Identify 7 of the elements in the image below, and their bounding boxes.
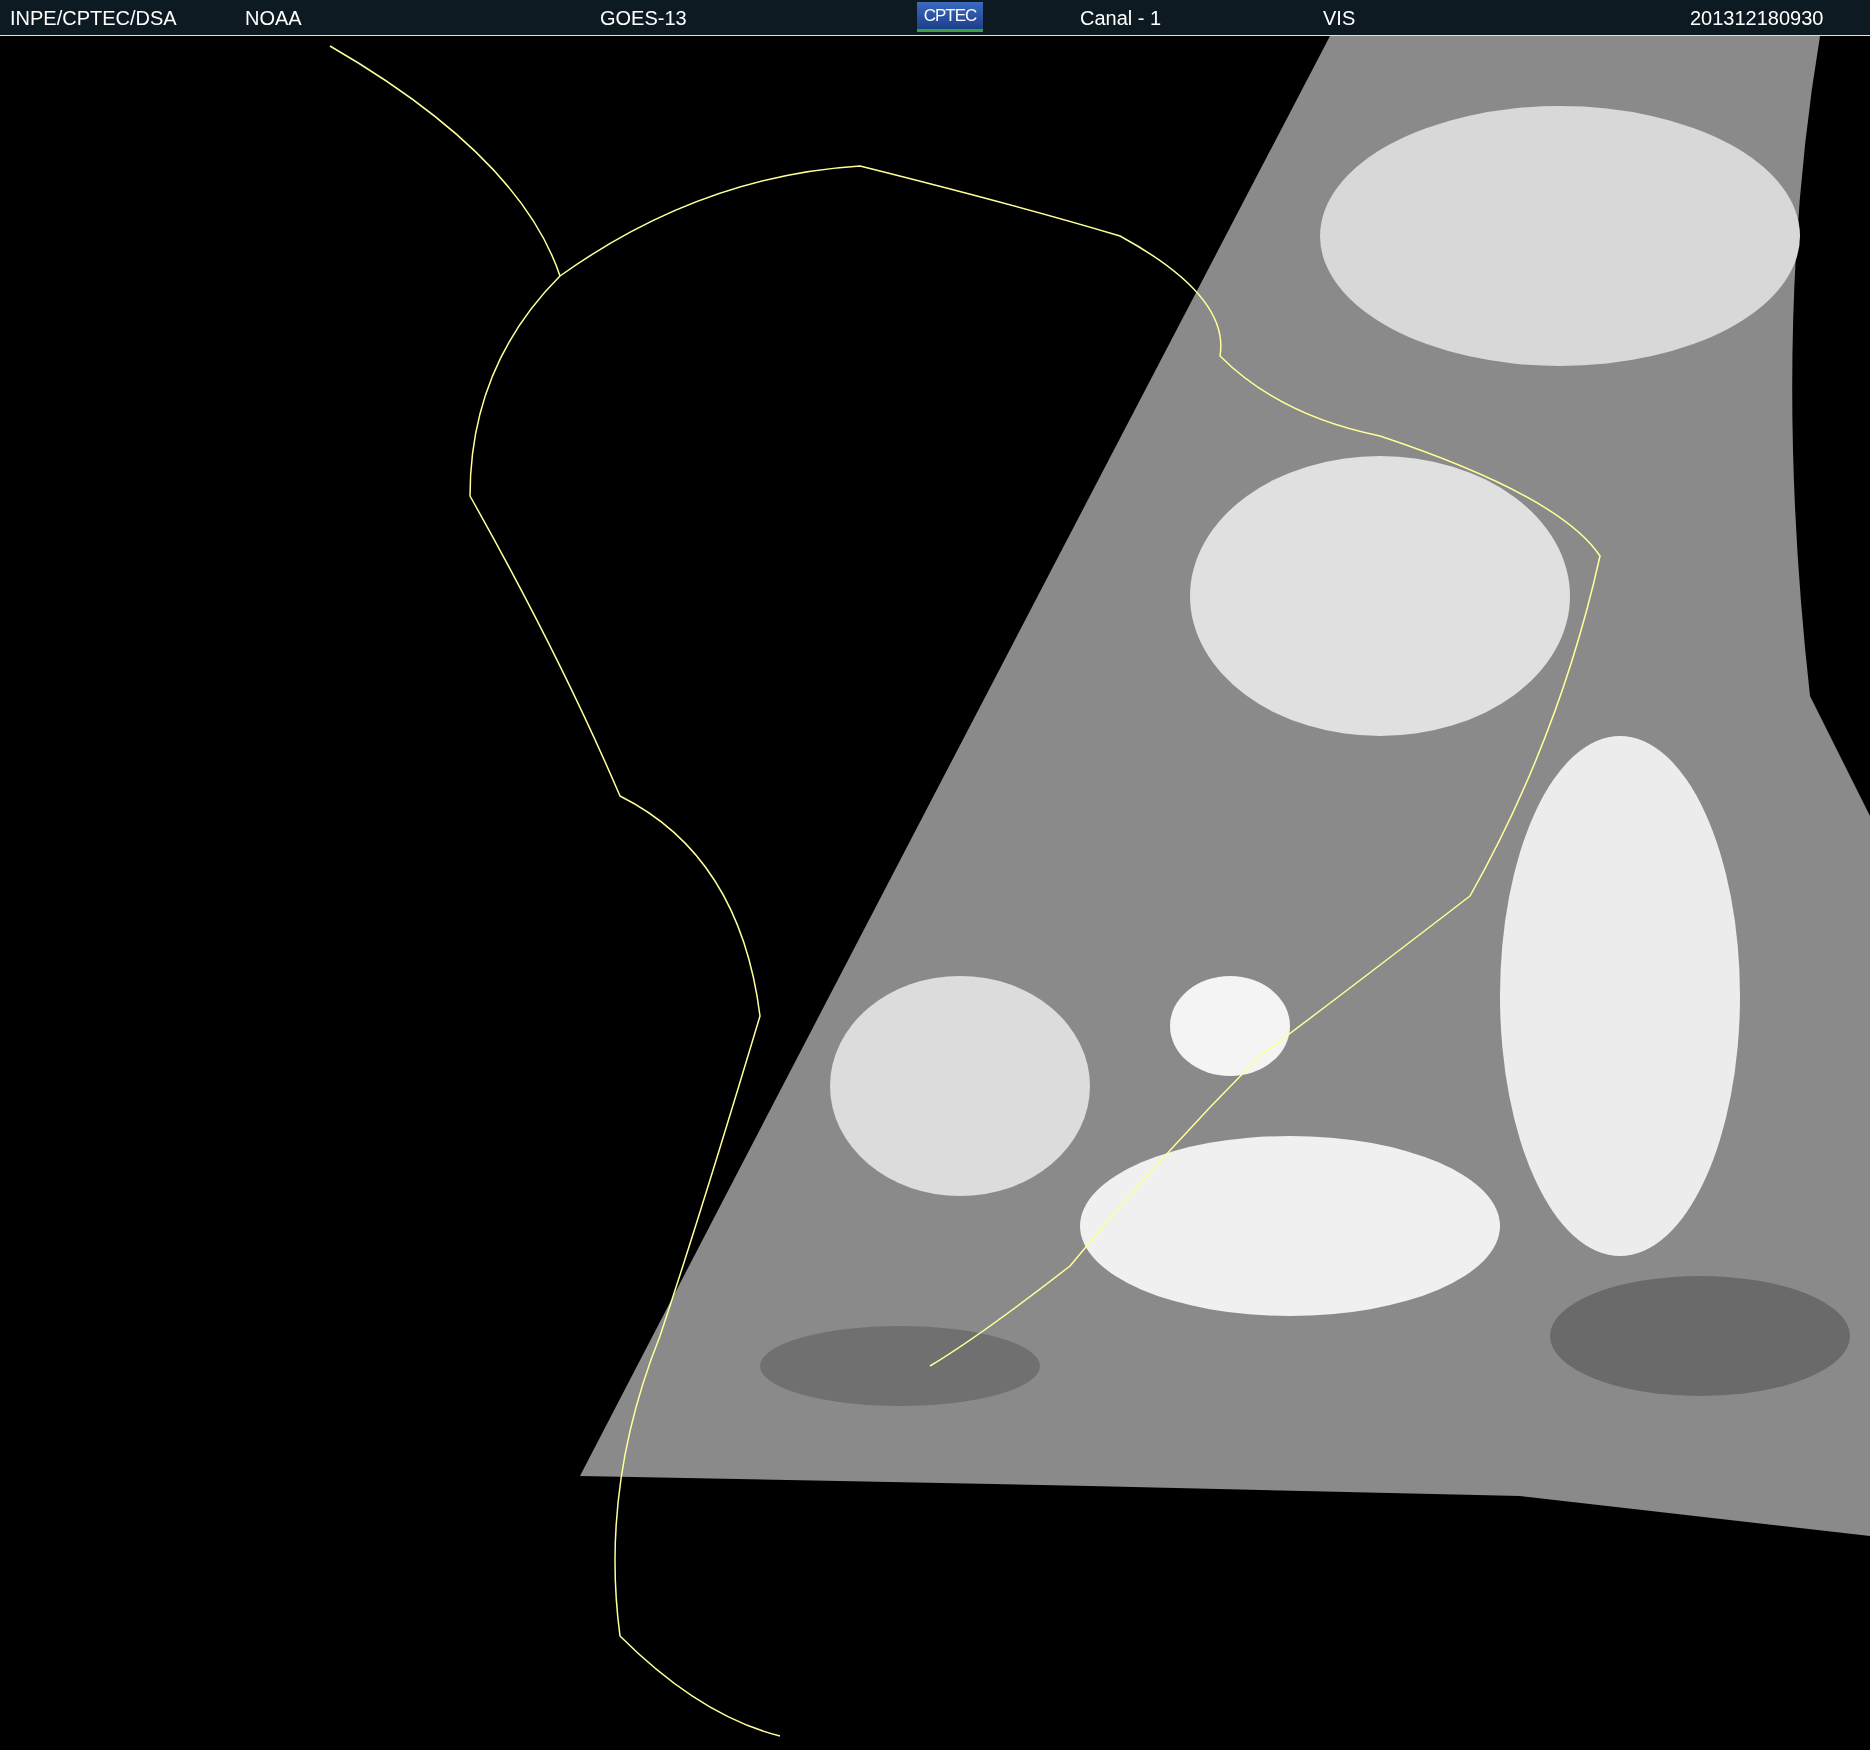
timestamp-label: 201312180930 (1690, 7, 1824, 30)
agency-label: NOAA (245, 7, 302, 30)
source-label: INPE/CPTEC/DSA (10, 7, 177, 30)
satellite-label: GOES-13 (600, 7, 687, 30)
logo: CPTEC (917, 2, 983, 32)
band-label: VIS (1323, 7, 1356, 30)
channel-label: Canal - 1 (1080, 7, 1162, 30)
